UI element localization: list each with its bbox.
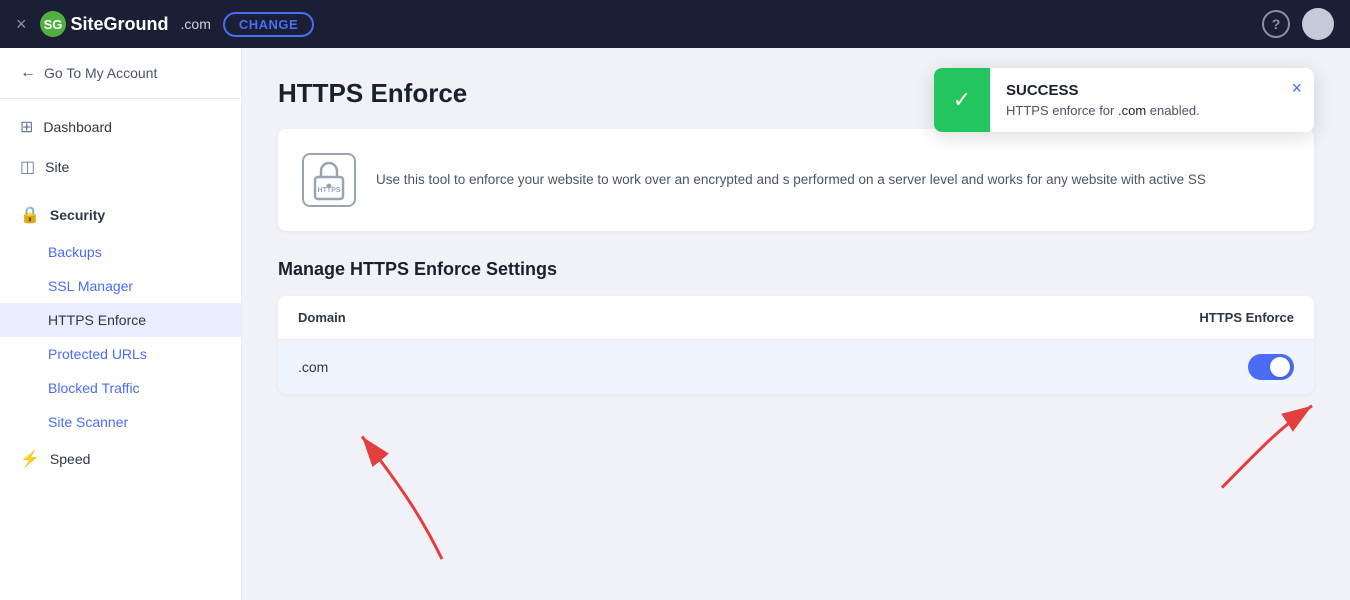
col-domain-header: Domain bbox=[298, 310, 346, 325]
success-toast: ✓ SUCCESS HTTPS enforce for .com enabled… bbox=[934, 68, 1314, 132]
toast-message: HTTPS enforce for .com enabled. bbox=[1006, 103, 1263, 118]
dashboard-icon: ⊞ bbox=[20, 117, 33, 137]
sidebar-item-blocked-traffic[interactable]: Blocked Traffic bbox=[0, 371, 241, 405]
back-arrow-icon: ← bbox=[20, 64, 36, 82]
toast-green-bar: ✓ bbox=[934, 68, 990, 132]
https-enforce-toggle[interactable] bbox=[1248, 354, 1294, 380]
nav-right: ? bbox=[1262, 8, 1334, 40]
site-icon: ◫ bbox=[20, 157, 35, 177]
toast-close-button[interactable]: × bbox=[1279, 68, 1314, 132]
info-description: Use this tool to enforce your website to… bbox=[376, 169, 1206, 191]
https-settings-table: Domain HTTPS Enforce .com bbox=[278, 296, 1314, 394]
table-header: Domain HTTPS Enforce bbox=[278, 296, 1314, 340]
sidebar-item-site[interactable]: ◫ Site bbox=[0, 147, 241, 187]
domain-text: .com bbox=[181, 16, 211, 32]
sidebar: ← Go To My Account ⊞ Dashboard ◫ Site 🔒 … bbox=[0, 48, 242, 600]
sidebar-item-https-enforce[interactable]: HTTPS Enforce bbox=[0, 303, 241, 337]
sidebar-site-label: Site bbox=[45, 159, 69, 175]
svg-text:SG: SG bbox=[43, 17, 62, 32]
top-navigation: × SG SiteGround .com CHANGE ? bbox=[0, 0, 1350, 48]
sidebar-item-site-scanner[interactable]: Site Scanner bbox=[0, 405, 241, 439]
toast-domain: .com bbox=[1118, 103, 1146, 118]
change-button[interactable]: CHANGE bbox=[223, 12, 314, 37]
logo-icon: SG bbox=[39, 10, 67, 38]
lock-svg: HTTPS bbox=[311, 159, 347, 201]
toast-title: SUCCESS bbox=[1006, 82, 1263, 99]
manage-settings-title: Manage HTTPS Enforce Settings bbox=[278, 259, 1314, 280]
toggle-track[interactable] bbox=[1248, 354, 1294, 380]
sidebar-dashboard-label: Dashboard bbox=[43, 119, 112, 135]
domain-display: .com bbox=[181, 16, 211, 32]
https-lock-icon: HTTPS bbox=[302, 153, 356, 207]
security-label: Security bbox=[50, 207, 105, 223]
main-content: ✓ SUCCESS HTTPS enforce for .com enabled… bbox=[242, 48, 1350, 600]
toast-suffix: enabled. bbox=[1150, 103, 1200, 118]
close-icon[interactable]: × bbox=[16, 14, 27, 35]
toggle-thumb bbox=[1270, 357, 1290, 377]
domain-value: .com bbox=[298, 359, 328, 375]
info-card: HTTPS Use this tool to enforce your webs… bbox=[278, 129, 1314, 231]
security-lock-icon: 🔒 bbox=[20, 205, 40, 225]
sidebar-item-backups[interactable]: Backups bbox=[0, 235, 241, 269]
sidebar-security-subitems: Backups SSL Manager HTTPS Enforce Protec… bbox=[0, 235, 241, 439]
speed-icon: ⚡ bbox=[20, 449, 40, 469]
toast-body: SUCCESS HTTPS enforce for .com enabled. bbox=[990, 68, 1279, 132]
sidebar-main-items: ⊞ Dashboard ◫ Site bbox=[0, 99, 241, 195]
go-to-account-link[interactable]: ← Go To My Account bbox=[0, 48, 241, 99]
toast-msg-text: HTTPS enforce for bbox=[1006, 103, 1114, 118]
sidebar-item-ssl-manager[interactable]: SSL Manager bbox=[0, 269, 241, 303]
go-to-account-label: Go To My Account bbox=[44, 65, 157, 81]
sidebar-item-speed[interactable]: ⚡ Speed bbox=[0, 439, 241, 479]
sidebar-item-protected-urls[interactable]: Protected URLs bbox=[0, 337, 241, 371]
avatar[interactable] bbox=[1302, 8, 1334, 40]
table-row: .com bbox=[278, 340, 1314, 394]
sidebar-speed-label: Speed bbox=[50, 451, 90, 467]
help-button[interactable]: ? bbox=[1262, 10, 1290, 38]
sidebar-item-dashboard[interactable]: ⊞ Dashboard bbox=[0, 107, 241, 147]
main-layout: ← Go To My Account ⊞ Dashboard ◫ Site 🔒 … bbox=[0, 48, 1350, 600]
sidebar-security-section: 🔒 Security bbox=[0, 195, 241, 235]
logo: SG SiteGround bbox=[39, 10, 169, 38]
toast-check-icon: ✓ bbox=[953, 87, 971, 113]
logo-text: SiteGround bbox=[71, 14, 169, 35]
col-https-header: HTTPS Enforce bbox=[1199, 310, 1294, 325]
